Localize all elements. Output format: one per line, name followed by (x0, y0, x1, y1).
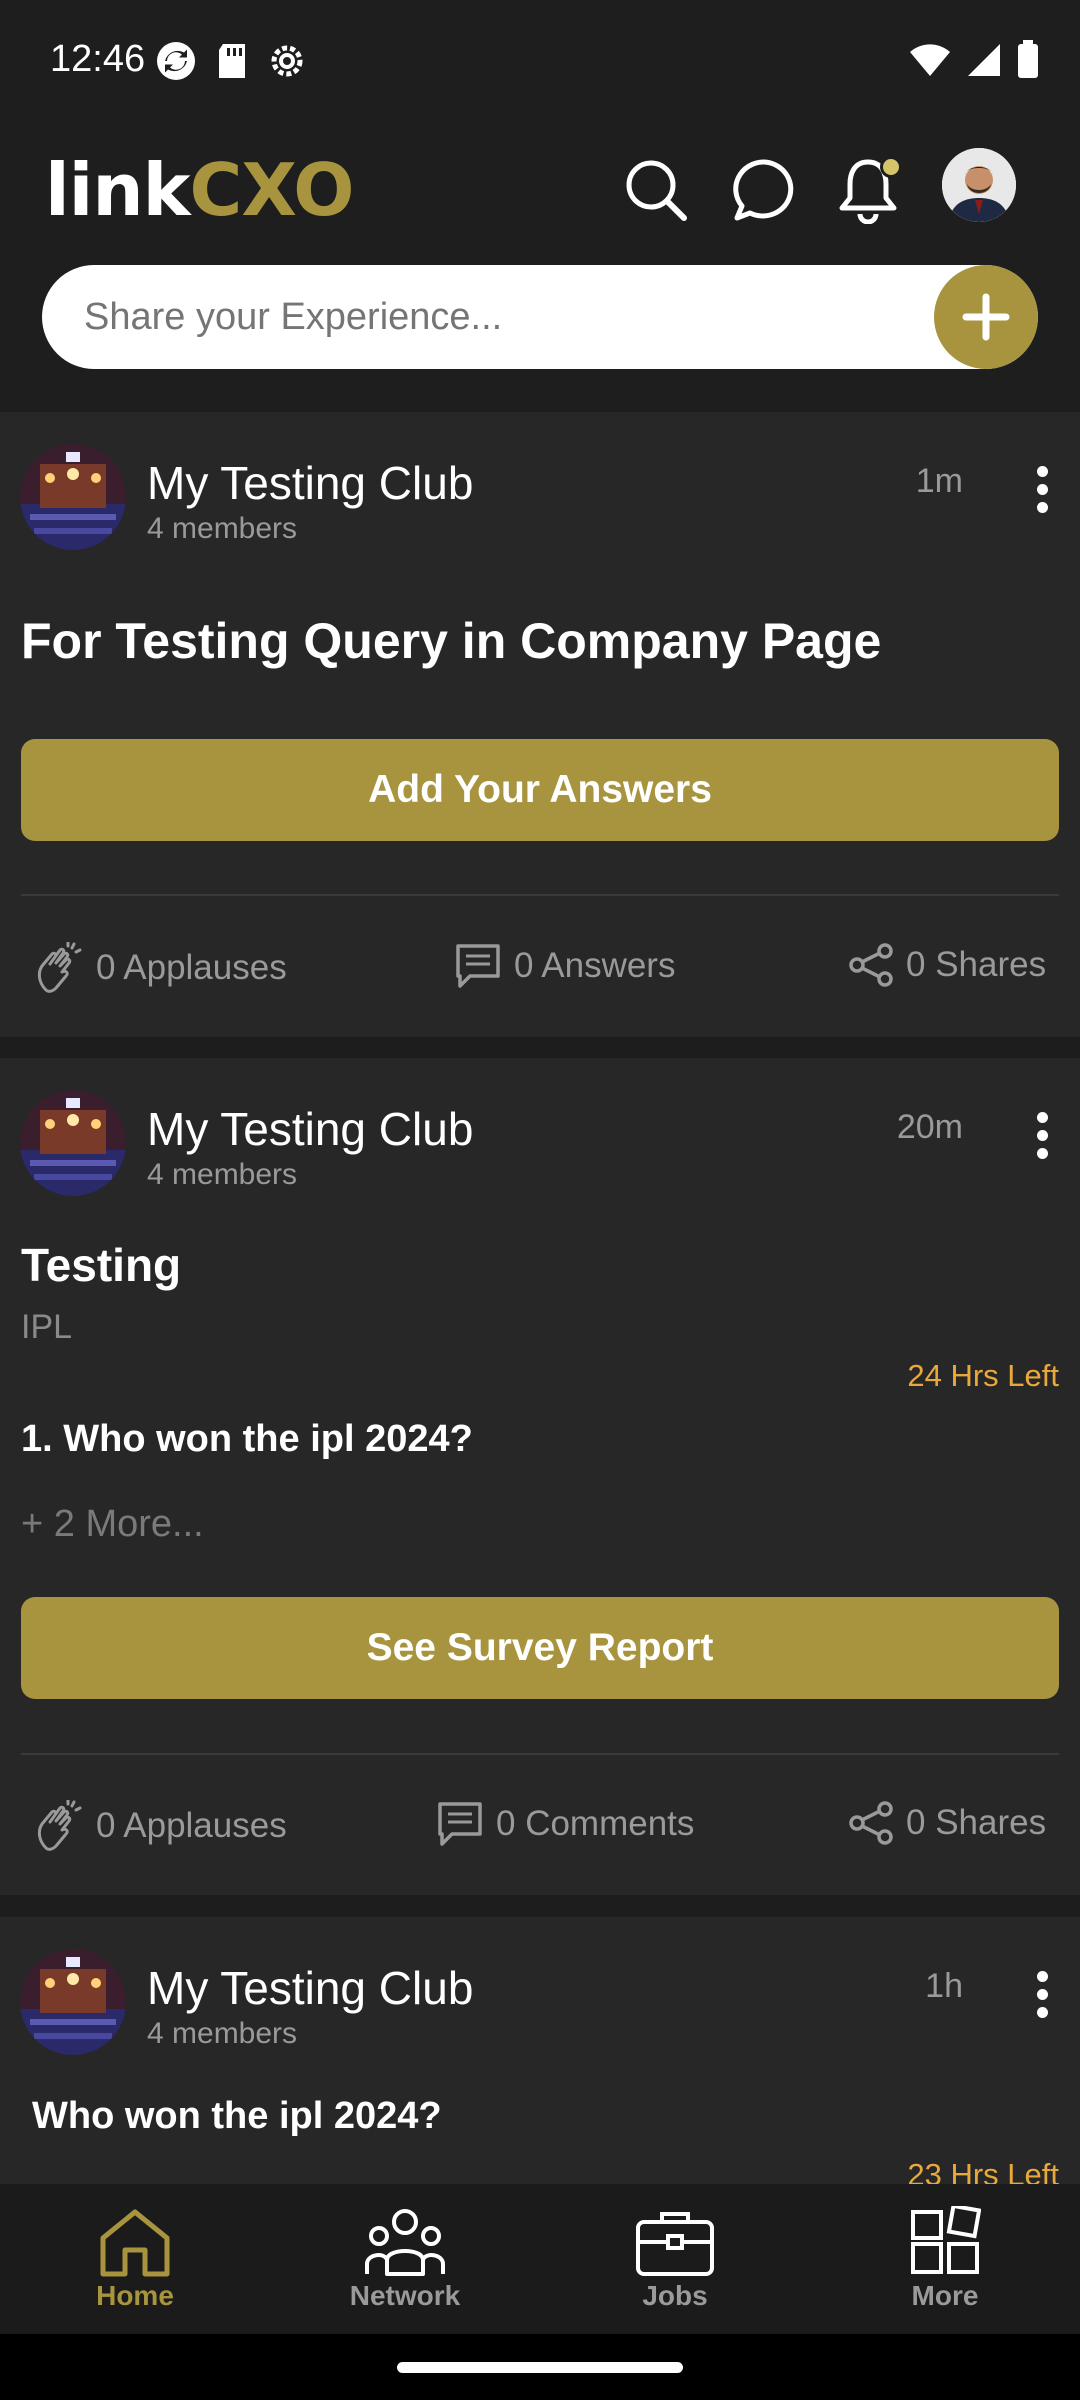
answers-count: 0 Answers (514, 946, 676, 985)
club-name[interactable]: My Testing Club (147, 456, 473, 510)
cellular-signal-icon (968, 44, 1000, 76)
club-avatar[interactable] (20, 1949, 126, 2055)
network-icon (365, 2209, 445, 2276)
wifi-icon (910, 44, 950, 76)
sd-card-icon (219, 44, 245, 78)
messages-button[interactable] (724, 150, 804, 230)
answers-button[interactable]: 0 Answers (454, 942, 675, 990)
more-options-button[interactable] (1022, 1100, 1062, 1170)
nav-more[interactable]: More (810, 2184, 1080, 2334)
sync-icon (157, 42, 195, 80)
poll-deadline: 23 Hrs Left (907, 2157, 1059, 2184)
nav-jobs-label: Jobs (642, 2280, 708, 2311)
survey-question[interactable]: 1. Who won the ipl 2024? (21, 1418, 473, 1461)
share-experience-input[interactable] (84, 265, 884, 369)
briefcase-icon (636, 2212, 714, 2276)
nav-home[interactable]: Home (0, 2184, 270, 2334)
share-icon (849, 1801, 893, 1845)
comment-icon (456, 944, 500, 988)
post-time: 1h (925, 1967, 963, 2005)
nav-network-label: Network (349, 2280, 461, 2311)
club-photo-icon (20, 444, 126, 550)
divider (21, 1753, 1059, 1755)
comments-count: 0 Comments (496, 1804, 695, 1843)
survey-title: Testing (21, 1239, 182, 1291)
system-gesture-bar (0, 2334, 1080, 2400)
post-time: 1m (915, 462, 963, 500)
more-questions-link[interactable]: + 2 More... (21, 1503, 204, 1546)
profile-avatar[interactable] (942, 148, 1016, 222)
shares-count: 0 Shares (906, 945, 1047, 984)
status-notification-icons (155, 40, 307, 82)
profile-photo-icon (942, 148, 1016, 222)
club-avatar[interactable] (20, 1090, 126, 1196)
nav-network[interactable]: Network (270, 2184, 540, 2334)
post-card[interactable]: My Testing Club 4 members 1h Who won the… (0, 1917, 1080, 2184)
chat-bubble-icon (733, 159, 794, 221)
post-time: 20m (896, 1108, 963, 1146)
applause-button[interactable]: 0 Applauses (32, 1800, 287, 1852)
nav-jobs[interactable]: Jobs (540, 2184, 810, 2334)
post-card[interactable]: My Testing Club 4 members 1m For Testing… (0, 412, 1080, 1037)
battery-icon (1018, 40, 1038, 78)
applause-count: 0 Applauses (96, 948, 287, 987)
bottom-navigation: Home Network Jobs More (0, 2184, 1080, 2334)
logo-text-link: link (45, 148, 190, 232)
shares-count: 0 Shares (906, 1803, 1047, 1842)
see-survey-report-button[interactable]: See Survey Report (21, 1597, 1059, 1699)
notifications-button[interactable] (828, 150, 908, 230)
clap-icon (37, 942, 82, 993)
divider (21, 894, 1059, 896)
share-icon (849, 943, 893, 987)
status-bar: 12:46 (0, 0, 1080, 130)
logo-text-cxo: CXO (189, 148, 355, 232)
comments-button[interactable]: 0 Comments (436, 1800, 694, 1848)
search-icon (626, 160, 687, 221)
share-button[interactable]: 0 Shares (848, 1800, 1046, 1846)
nav-home-label: Home (96, 2280, 174, 2311)
post-card[interactable]: My Testing Club 4 members 20m Testing IP… (0, 1058, 1080, 1895)
grid-icon (911, 2206, 981, 2274)
share-button[interactable]: 0 Shares (848, 942, 1046, 988)
club-name[interactable]: My Testing Club (147, 1102, 473, 1156)
share-experience-bar (42, 265, 1038, 369)
home-gesture-handle[interactable] (397, 2362, 683, 2373)
add-post-button[interactable] (934, 265, 1038, 369)
status-time: 12:46 (50, 38, 146, 80)
nav-more-label: More (911, 2280, 979, 2311)
club-photo-icon (20, 1949, 126, 2055)
clap-icon (37, 1800, 82, 1851)
plus-icon (962, 293, 1010, 341)
more-options-button[interactable] (1022, 1959, 1062, 2029)
survey-deadline: 24 Hrs Left (907, 1358, 1059, 1393)
club-photo-icon (20, 1090, 126, 1196)
app-header: link CXO (0, 130, 1080, 412)
club-members: 4 members (147, 2017, 298, 2050)
club-avatar[interactable] (20, 444, 126, 550)
notification-dot (880, 156, 902, 178)
applause-count: 0 Applauses (96, 1806, 287, 1845)
search-button[interactable] (616, 150, 696, 230)
add-answers-button[interactable]: Add Your Answers (21, 739, 1059, 841)
post-title: For Testing Query in Company Page (21, 613, 882, 669)
survey-subtitle: IPL (21, 1308, 73, 1346)
comment-icon (438, 1802, 482, 1846)
club-name[interactable]: My Testing Club (147, 1961, 473, 2015)
club-members: 4 members (147, 1158, 298, 1191)
more-options-button[interactable] (1022, 454, 1062, 524)
status-system-icons (908, 40, 1040, 80)
settings-gear-icon (271, 45, 303, 77)
linkcxo-logo[interactable]: link CXO (45, 148, 355, 232)
poll-question[interactable]: Who won the ipl 2024? (32, 2095, 442, 2138)
applause-button[interactable]: 0 Applauses (32, 942, 287, 994)
club-members: 4 members (147, 512, 298, 545)
home-icon (100, 2209, 170, 2277)
